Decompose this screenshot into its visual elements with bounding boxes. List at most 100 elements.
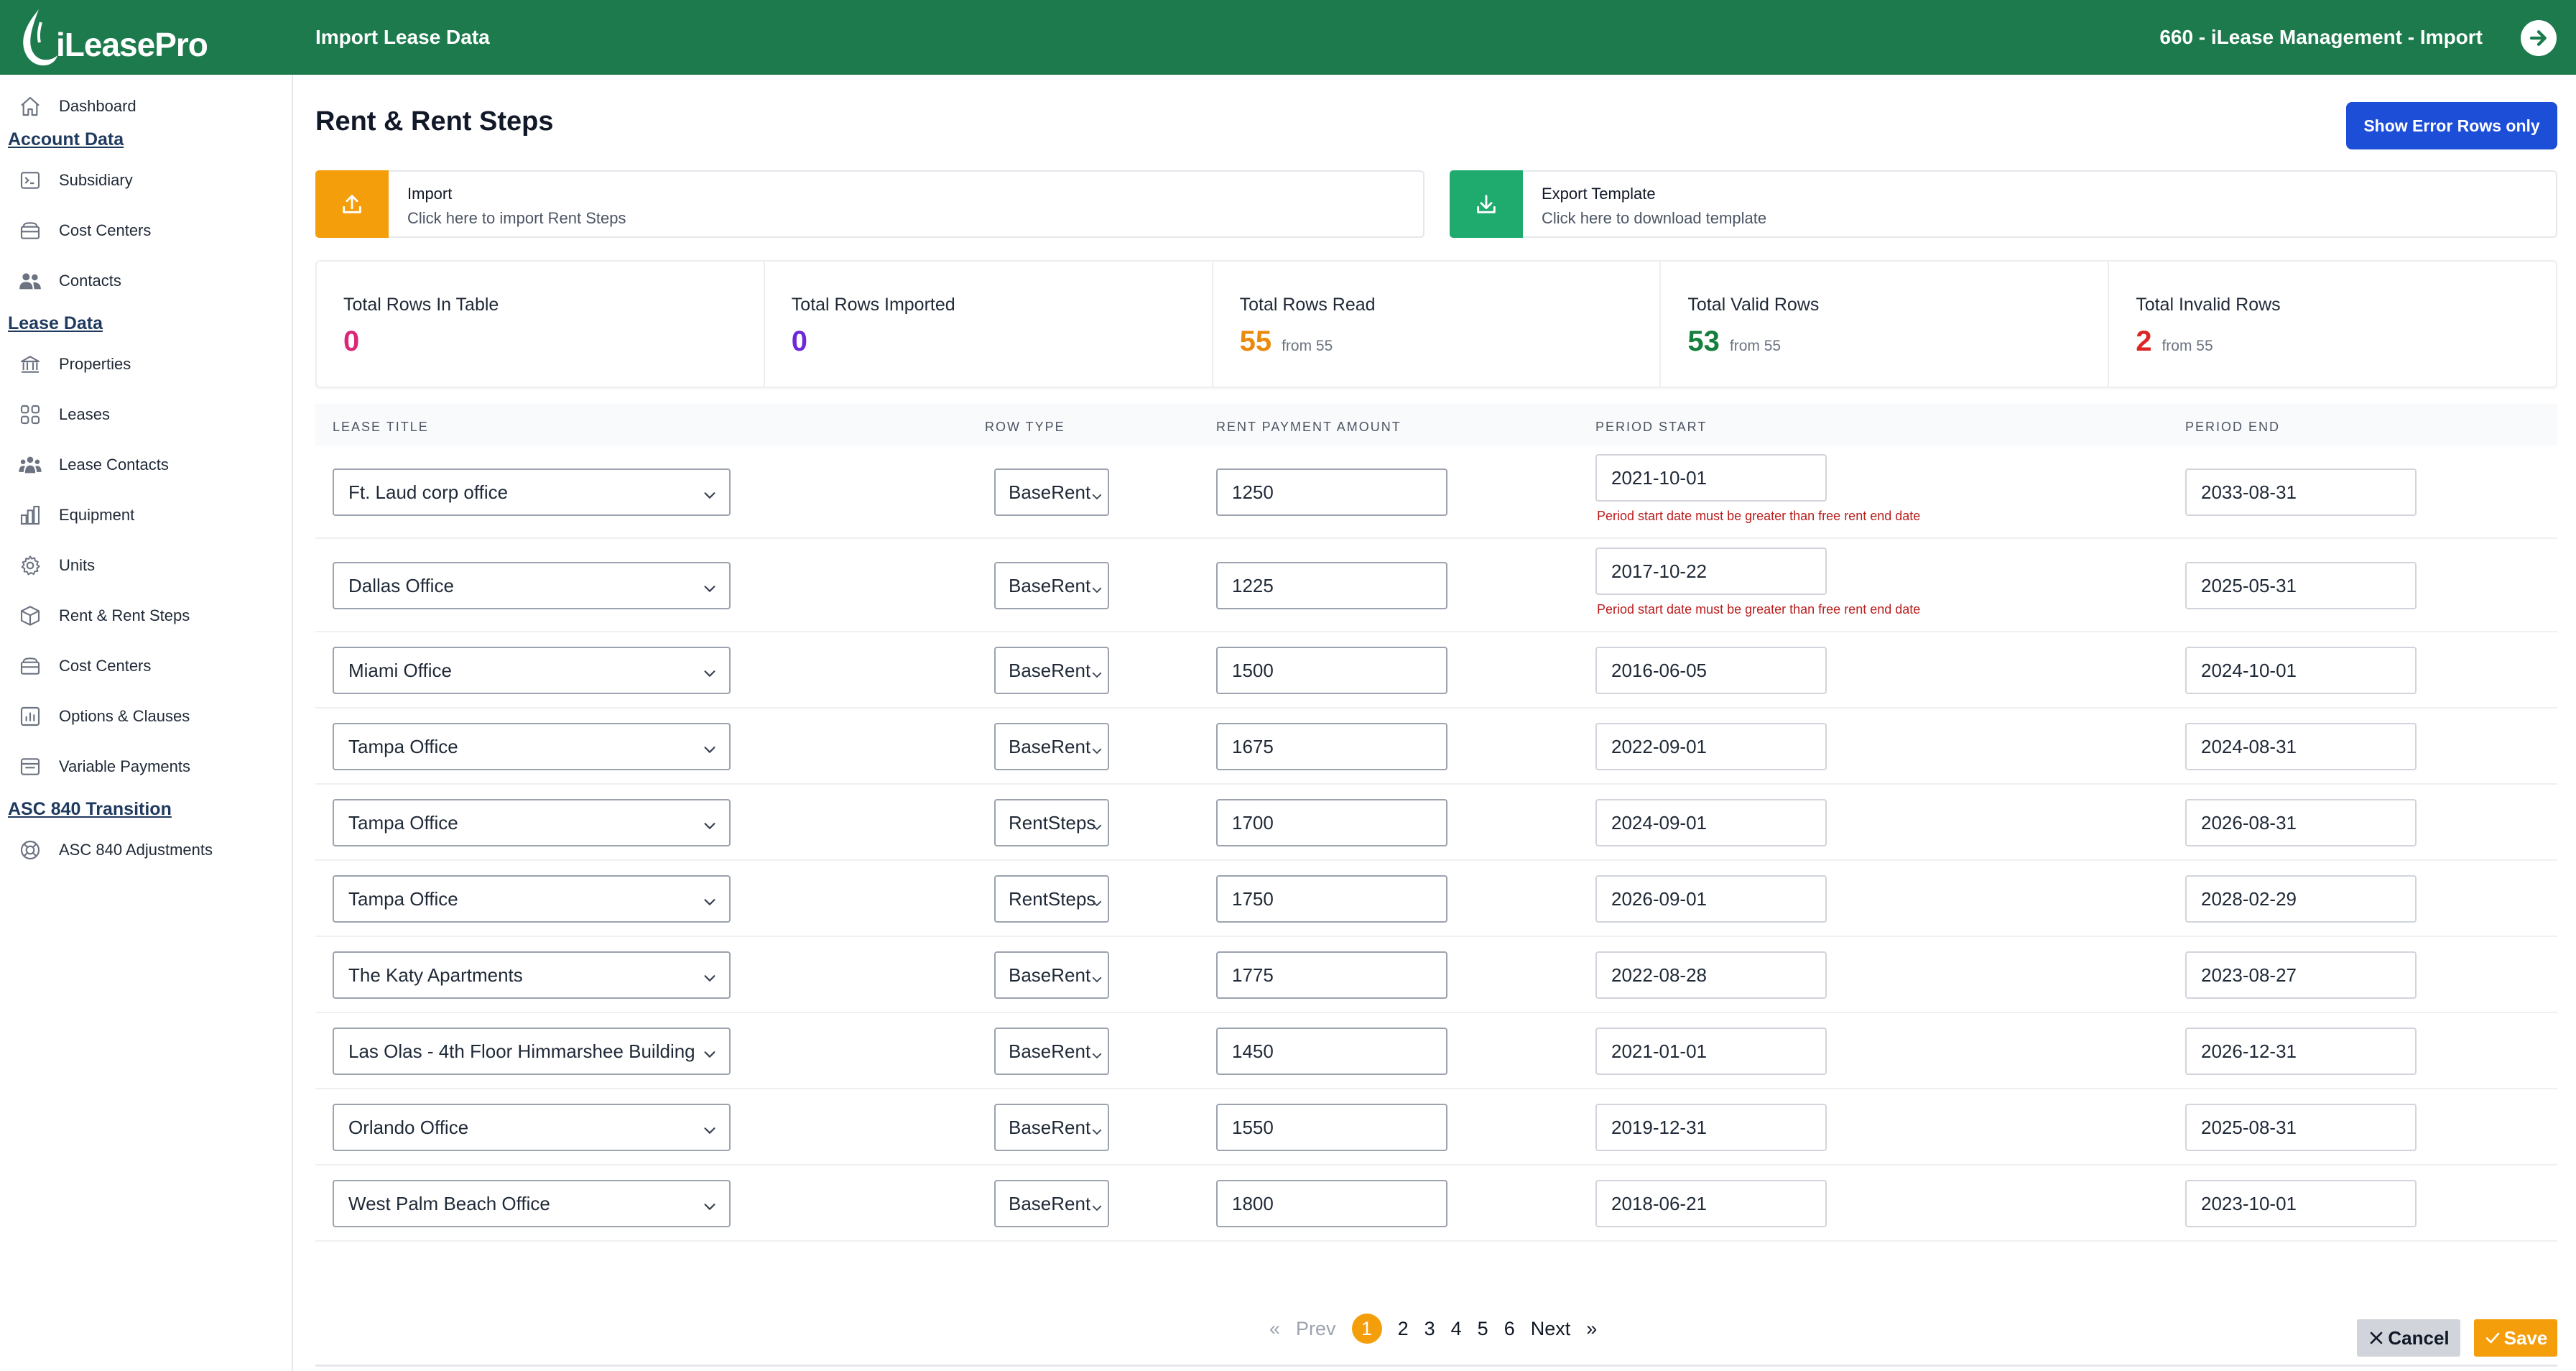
pagination-page[interactable]: 6 [1504,1318,1515,1340]
sidebar-item-cost-centers-lease[interactable]: Cost Centers [17,646,151,686]
rent-amount-input[interactable]: 1550 [1216,1104,1447,1151]
rent-amount-input[interactable]: 1750 [1216,875,1447,923]
app-logo[interactable]: iLeasePro [17,4,208,70]
rent-amount-value: 1675 [1232,735,1274,757]
period-start-input[interactable]: 2024-09-01 [1595,799,1827,846]
period-start-input[interactable]: 2016-06-05 [1595,647,1827,694]
rent-amount-input[interactable]: 1675 [1216,723,1447,770]
period-start-input[interactable]: 2019-12-31 [1595,1104,1827,1151]
lease-title-select[interactable]: Tampa Office [333,799,731,846]
sidebar-item-options-clauses[interactable]: Options & Clauses [17,696,190,737]
rent-amount-input[interactable]: 1450 [1216,1028,1447,1075]
pagination-next[interactable]: Next [1531,1318,1571,1340]
rent-amount-input[interactable]: 1250 [1216,468,1447,516]
period-end-input[interactable]: 2026-12-31 [2185,1028,2417,1075]
sidebar-item-units[interactable]: Units [17,545,95,586]
stat-label: Total Valid Rows [1687,295,1820,315]
lease-title-select[interactable]: Dallas Office [333,562,731,609]
stat-label: Total Rows Imported [791,295,955,315]
row-type-select[interactable]: BaseRent [994,647,1109,694]
table-row: Tampa Office BaseRent 1675 2022-09-01 2024-0… [315,708,2557,785]
show-error-rows-button[interactable]: Show Error Rows only [2346,102,2557,149]
sidebar-item-leases[interactable]: Leases [17,394,110,435]
period-end-input[interactable]: 2028-02-29 [2185,875,2417,923]
sidebar-item-dashboard[interactable]: Dashboard [17,86,136,126]
pagination-page-current[interactable]: 1 [1351,1314,1382,1344]
rent-amount-input[interactable]: 1800 [1216,1180,1447,1227]
rent-amount-input[interactable]: 1700 [1216,799,1447,846]
pagination-last[interactable]: » [1586,1318,1597,1340]
row-type-value: BaseRent [1009,1116,1091,1138]
sidebar-item-contacts[interactable]: Contacts [17,261,121,301]
lease-title-select[interactable]: Tampa Office [333,875,731,923]
lease-title-select[interactable]: Miami Office [333,647,731,694]
period-end-input[interactable]: 2024-10-01 [2185,647,2417,694]
rent-amount-input[interactable]: 1225 [1216,562,1447,609]
period-end-input[interactable]: 2033-08-31 [2185,468,2417,516]
sidebar-item-subsidiary[interactable]: Subsidiary [17,160,133,200]
chevron-down-icon [1090,892,1103,908]
lease-title-select[interactable]: West Palm Beach Office [333,1180,731,1227]
import-card[interactable]: Import Click here to import Rent Steps [315,170,1424,238]
pagination-first[interactable]: « [1269,1318,1280,1340]
period-start-input[interactable]: 2021-10-01 [1595,454,1827,502]
period-end-input[interactable]: 2025-08-31 [2185,1104,2417,1151]
period-end-input[interactable]: 2025-05-31 [2185,562,2417,609]
rent-amount-input[interactable]: 1775 [1216,951,1447,999]
row-type-select[interactable]: BaseRent [994,468,1109,516]
sidebar-section-asc-840[interactable]: ASC 840 Transition [8,799,172,820]
rent-amount-value: 1450 [1232,1040,1274,1062]
lease-title-select[interactable]: Las Olas - 4th Floor Himmarshee Building [333,1028,731,1075]
row-type-select[interactable]: RentSteps [994,799,1109,846]
cancel-button[interactable]: Cancel [2357,1319,2460,1357]
row-type-select[interactable]: BaseRent [994,951,1109,999]
period-end-input[interactable]: 2023-08-27 [2185,951,2417,999]
sidebar-item-label: Subsidiary [59,171,133,189]
pagination-prev[interactable]: Prev [1296,1318,1336,1340]
export-template-card[interactable]: Export Template Click here to download t… [1450,170,2557,238]
lease-title-select[interactable]: Tampa Office [333,723,731,770]
sidebar-item-asc-840-adjustments[interactable]: ASC 840 Adjustments [17,830,213,870]
sidebar-item-label: Dashboard [59,97,136,115]
lease-title-select[interactable]: Orlando Office [333,1104,731,1151]
period-start-input[interactable]: 2022-09-01 [1595,723,1827,770]
period-end-input[interactable]: 2026-08-31 [2185,799,2417,846]
row-type-select[interactable]: BaseRent [994,562,1109,609]
sidebar-section-lease-data[interactable]: Lease Data [8,313,103,334]
stat-from: from 55 [1282,338,1333,354]
sidebar-item-lease-contacts[interactable]: Lease Contacts [17,445,169,485]
lease-title-select[interactable]: The Katy Apartments [333,951,731,999]
sidebar-item-variable-payments[interactable]: Variable Payments [17,747,190,787]
chevron-down-icon [1090,664,1103,680]
logout-button[interactable] [2521,20,2557,56]
period-start-input[interactable]: 2022-08-28 [1595,951,1827,999]
table-row: Ft. Laud corp office BaseRent 1250 2021-10-… [315,446,2557,539]
row-type-select[interactable]: BaseRent [994,1180,1109,1227]
sidebar-item-equipment[interactable]: Equipment [17,495,134,535]
period-end-input[interactable]: 2024-08-31 [2185,723,2417,770]
period-start-input[interactable]: 2018-06-21 [1595,1180,1827,1227]
pagination-page[interactable]: 5 [1478,1318,1488,1340]
sidebar-item-cost-centers[interactable]: Cost Centers [17,211,151,251]
pagination-page[interactable]: 4 [1451,1318,1462,1340]
sidebar-item-rent-rent-steps[interactable]: Rent & Rent Steps [17,596,190,636]
row-type-select[interactable]: BaseRent [994,723,1109,770]
sidebar-item-properties[interactable]: Properties [17,344,131,384]
period-start-input[interactable]: 2026-09-01 [1595,875,1827,923]
rent-amount-input[interactable]: 1500 [1216,647,1447,694]
row-type-select[interactable]: RentSteps [994,875,1109,923]
lease-title-value: West Palm Beach Office [348,1192,550,1214]
rent-amount-value: 1500 [1232,659,1274,681]
lease-title-select[interactable]: Ft. Laud corp office [333,468,731,516]
sidebar-section-account-data[interactable]: Account Data [8,129,124,150]
archive-icon [17,218,43,244]
period-start-input[interactable]: 2017-10-22 [1595,548,1827,595]
pagination-page[interactable]: 3 [1424,1318,1435,1340]
row-type-select[interactable]: BaseRent [994,1104,1109,1151]
period-start-input[interactable]: 2021-01-01 [1595,1028,1827,1075]
period-end-input[interactable]: 2023-10-01 [2185,1180,2417,1227]
pagination-page[interactable]: 2 [1398,1318,1409,1340]
save-button[interactable]: Save [2474,1319,2557,1357]
lease-title-value: Dallas Office [348,574,454,596]
row-type-select[interactable]: BaseRent [994,1028,1109,1075]
